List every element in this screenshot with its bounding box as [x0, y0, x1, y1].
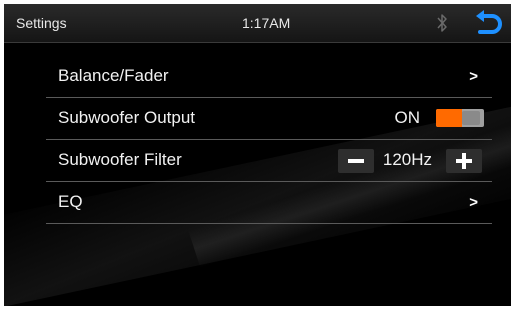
menu-item-label: Subwoofer Filter [58, 150, 182, 169]
toggle-state-label: ON [394, 108, 421, 127]
bluetooth-icon [437, 14, 447, 32]
menu-item-eq[interactable]: EQ > [46, 182, 492, 224]
page-title: Settings [16, 15, 67, 31]
settings-menu: Balance/Fader > Subwoofer Output ON Subw… [46, 56, 492, 224]
menu-item-subwoofer-output: Subwoofer Output ON [46, 98, 492, 140]
back-button[interactable] [472, 10, 504, 36]
clock: 1:17AM [242, 15, 291, 31]
plus-icon [456, 153, 472, 169]
status-bar: Settings 1:17AM [4, 4, 511, 43]
menu-item-label: Balance/Fader [58, 66, 169, 85]
toggle-knob [462, 111, 480, 125]
increment-button[interactable] [446, 149, 482, 173]
subwoofer-output-toggle[interactable] [436, 109, 484, 127]
toggle-fill [436, 109, 462, 127]
chevron-right-icon: > [469, 194, 478, 211]
filter-value: 120Hz [382, 150, 432, 169]
chevron-right-icon: > [469, 68, 478, 85]
back-arrow-icon [476, 10, 502, 34]
decrement-button[interactable] [338, 149, 374, 173]
menu-item-subwoofer-filter: Subwoofer Filter 120Hz [46, 140, 492, 182]
minus-icon [348, 159, 364, 163]
settings-screen: Settings 1:17AM Balance/Fader > Subwoofe… [4, 4, 511, 306]
menu-item-label: EQ [58, 192, 83, 211]
menu-item-balance-fader[interactable]: Balance/Fader > [46, 56, 492, 98]
menu-item-label: Subwoofer Output [58, 108, 196, 127]
